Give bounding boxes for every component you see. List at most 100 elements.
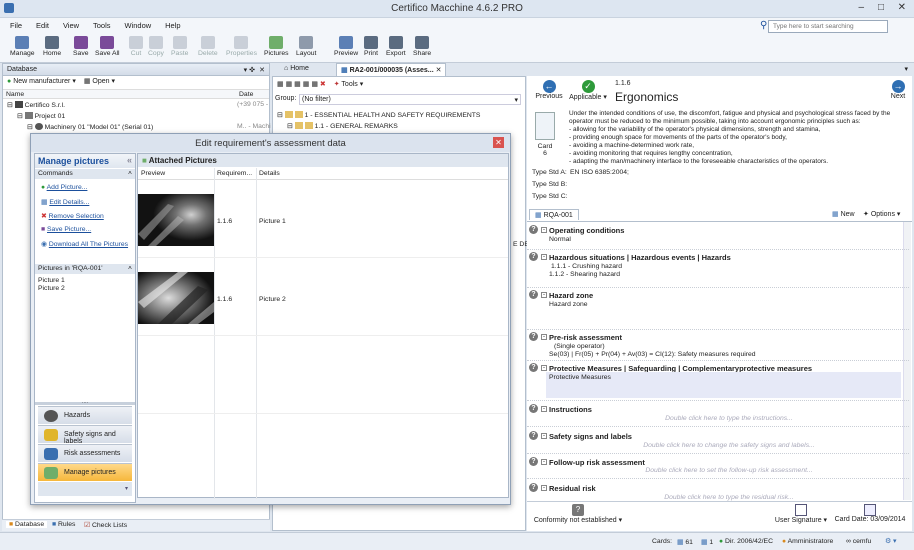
tree-row[interactable]: ⊟ Certifico S.r.l. (+39 075 - bbox=[7, 101, 269, 111]
preview-button[interactable]: Preview bbox=[334, 36, 358, 57]
tree-row[interactable]: ⊟ 1.1 - GENERAL REMARKS bbox=[287, 122, 525, 132]
search-icon[interactable]: ⚲ bbox=[760, 20, 767, 31]
menu-help[interactable]: Help bbox=[159, 18, 186, 30]
share-button[interactable]: Share bbox=[413, 36, 431, 57]
collapse-icon[interactable]: ⊟ bbox=[17, 113, 23, 120]
new-assessment-button[interactable]: ▦ New bbox=[832, 210, 855, 218]
collapse-icon[interactable]: - bbox=[541, 334, 547, 340]
open-button[interactable]: ▦ Open ▾ bbox=[84, 78, 115, 85]
next-button[interactable]: → Next bbox=[886, 80, 910, 100]
table-row[interactable]: 1.1.6 Picture 1 bbox=[138, 181, 508, 258]
previous-button[interactable]: ← Previous bbox=[535, 80, 563, 100]
splitter-handle[interactable]: ···· bbox=[35, 401, 135, 406]
table-row[interactable]: 1.1.6 Picture 2 bbox=[138, 259, 508, 336]
tree-row[interactable]: ⊟ Project 01 bbox=[17, 112, 269, 122]
export-button[interactable]: Export bbox=[386, 36, 406, 57]
close-icon[interactable]: ✕ bbox=[898, 2, 906, 13]
help-icon[interactable]: ? bbox=[529, 363, 538, 372]
operating-conditions-value[interactable]: Normal bbox=[549, 236, 571, 243]
col-preview[interactable]: Preview bbox=[141, 170, 165, 177]
tab-close-icon[interactable]: ✕ bbox=[436, 67, 442, 74]
user-signature-button[interactable]: User Signature ▾ bbox=[770, 504, 832, 524]
save-button[interactable]: Save bbox=[73, 36, 89, 57]
collapse-icon[interactable]: ⊟ bbox=[277, 112, 283, 119]
save-picture-link[interactable]: ■ Save Picture... bbox=[41, 226, 91, 233]
residual-hint[interactable]: Double click here to type the residual r… bbox=[548, 494, 910, 501]
tab-assessment[interactable]: ▦ RA2-001/000035 (Asses... ✕ bbox=[336, 63, 447, 76]
manage-button[interactable]: Manage bbox=[10, 36, 35, 57]
collapse-icon[interactable]: - bbox=[541, 365, 547, 371]
pin-icon[interactable]: ▾ ✜ bbox=[244, 66, 255, 74]
dialog-close-icon[interactable]: ✕ bbox=[493, 137, 504, 148]
tools-button[interactable]: ✦ Tools ▾ bbox=[334, 81, 364, 88]
col-date[interactable]: Date bbox=[239, 91, 253, 98]
tab-rqa-001[interactable]: ▦ RQA-001 bbox=[529, 209, 579, 220]
collapse-icon[interactable]: - bbox=[541, 459, 547, 465]
tab-rules[interactable]: ■ Rules bbox=[52, 521, 75, 528]
help-icon[interactable]: ? bbox=[529, 457, 538, 466]
collapse-sidebar-icon[interactable]: « bbox=[127, 155, 132, 165]
nav-overflow[interactable]: ▾ bbox=[38, 482, 132, 496]
menu-edit[interactable]: Edit bbox=[30, 18, 55, 30]
paste-button[interactable]: Paste bbox=[171, 36, 188, 57]
hazard-item[interactable]: 1.1.2 - Shearing hazard bbox=[549, 271, 620, 278]
collapse-icon[interactable]: - bbox=[541, 254, 547, 260]
collapse-icon[interactable]: - bbox=[541, 227, 547, 233]
copy-button[interactable]: Copy bbox=[148, 36, 164, 57]
help-icon[interactable]: ? bbox=[529, 404, 538, 413]
middle-delete-icon[interactable]: ✖ bbox=[320, 81, 326, 88]
chevron-up-icon[interactable]: ˄ bbox=[128, 265, 132, 272]
add-picture-link[interactable]: ● Add Picture... bbox=[41, 184, 87, 191]
nav-manage-pictures[interactable]: Manage pictures bbox=[38, 463, 132, 481]
applicable-button[interactable]: ✓ Applicable ▾ bbox=[568, 80, 608, 101]
menu-window[interactable]: Window bbox=[118, 18, 157, 30]
help-icon[interactable]: ? bbox=[529, 225, 538, 234]
help-icon[interactable]: ? bbox=[529, 431, 538, 440]
hazard-item[interactable]: 1.1.1 - Crushing hazard bbox=[551, 263, 622, 270]
tab-home[interactable]: ⌂ Home bbox=[284, 65, 309, 72]
collapse-icon[interactable]: - bbox=[541, 485, 547, 491]
picture-list-item[interactable]: Picture 1 bbox=[38, 277, 65, 284]
edit-details-link[interactable]: ▦ Edit Details... bbox=[41, 198, 89, 206]
scrollbar-track[interactable] bbox=[903, 222, 911, 500]
group-select[interactable]: (No filter) ▾ bbox=[299, 94, 521, 105]
settings-icon[interactable]: ⚙ ▾ bbox=[885, 537, 896, 545]
picture-list-item[interactable]: Picture 2 bbox=[38, 285, 65, 292]
new-manufacturer-button[interactable]: ● New manufacturer ▾ bbox=[7, 78, 76, 85]
tree-row[interactable]: ⊟ Machinery 01 "Model 01" (Serial 01) M..… bbox=[27, 123, 271, 133]
col-requirement[interactable]: Requirem... bbox=[217, 170, 252, 177]
menu-file[interactable]: File bbox=[0, 18, 28, 30]
collapse-icon[interactable]: ⊟ bbox=[7, 102, 13, 109]
middle-icon-5[interactable]: ▦ bbox=[311, 81, 318, 88]
tree-row[interactable]: ⊟ 1 - ESSENTIAL HEALTH AND SAFETY REQUIR… bbox=[277, 111, 525, 121]
layout-button[interactable]: Layout bbox=[296, 36, 316, 57]
chevron-up-icon[interactable]: ˄ bbox=[128, 170, 132, 177]
delete-button[interactable]: Delete bbox=[198, 36, 218, 57]
user-status[interactable]: ● Amministratore bbox=[782, 538, 833, 545]
tab-check-lists[interactable]: ☑ Check Lists bbox=[84, 521, 127, 529]
col-name[interactable]: Name bbox=[6, 91, 24, 98]
print-button[interactable]: Print bbox=[364, 36, 378, 57]
home-button[interactable]: Home bbox=[43, 36, 61, 57]
menu-tools[interactable]: Tools bbox=[87, 18, 117, 30]
help-icon[interactable]: ? bbox=[529, 252, 538, 261]
nav-hazards[interactable]: Hazards bbox=[38, 406, 132, 424]
pre-risk-operator[interactable]: (Single operator) bbox=[554, 343, 605, 350]
help-icon[interactable]: ? bbox=[529, 483, 538, 492]
search-input[interactable] bbox=[768, 20, 888, 33]
tabs-dropdown-icon[interactable]: ▾ bbox=[904, 65, 908, 73]
collapse-icon[interactable]: - bbox=[541, 406, 547, 412]
nav-safety-signs[interactable]: Safety signs and labels bbox=[38, 425, 132, 445]
hazard-zone-value[interactable]: Hazard zone bbox=[549, 301, 588, 308]
middle-icon-1[interactable]: ▦ bbox=[277, 81, 284, 88]
panel-close-icon[interactable]: ✕ bbox=[259, 66, 265, 74]
middle-icon-3[interactable]: ▦ bbox=[294, 81, 301, 88]
collapse-icon[interactable]: - bbox=[541, 292, 547, 298]
cut-button[interactable]: Cut bbox=[129, 36, 143, 57]
help-icon[interactable]: ? bbox=[529, 332, 538, 341]
col-details[interactable]: Details bbox=[259, 170, 280, 177]
instructions-hint[interactable]: Double click here to type the instructio… bbox=[548, 415, 910, 422]
middle-icon-4[interactable]: ▦ bbox=[303, 81, 310, 88]
options-button[interactable]: ✦ Options ▾ bbox=[863, 210, 900, 218]
help-icon[interactable]: ? bbox=[529, 290, 538, 299]
